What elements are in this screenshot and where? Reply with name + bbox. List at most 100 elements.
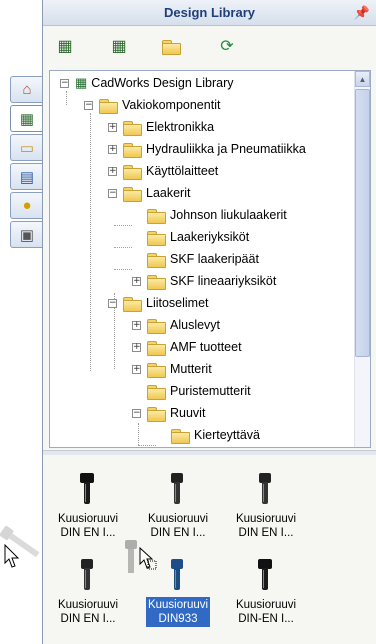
part-label: Kuusioruuvi DIN EN I...: [235, 513, 297, 539]
collapse-icon[interactable]: −: [108, 188, 117, 198]
expand-icon[interactable]: +: [132, 364, 141, 374]
add-file-location-icon: ▦: [111, 38, 127, 55]
part-item[interactable]: Kuusioruuvi DIN EN I...: [51, 469, 125, 551]
tree-node[interactable]: + Käyttölaitteet: [108, 161, 218, 181]
expand-icon[interactable]: +: [108, 144, 117, 154]
drag-ghost-bolt-icon: [125, 540, 139, 574]
part-label: Kuusioruuvi DIN933: [145, 597, 211, 627]
tree-node-label: Hydrauliikka ja Pneumatiikka: [146, 142, 306, 156]
custom-properties-tab[interactable]: ▣: [10, 221, 43, 248]
tree-node-label: Ruuvit: [170, 406, 206, 420]
pane-title: Design Library: [163, 5, 256, 20]
tree-scrollbar[interactable]: ▲: [354, 71, 370, 447]
folder-icon: [171, 428, 190, 444]
tree-node[interactable]: Puristemutterit: [132, 381, 251, 401]
tree-node[interactable]: Laakeriyksiköt: [132, 227, 249, 247]
refresh-button[interactable]: ⟳: [215, 34, 239, 58]
tree-node-label: Puristemutterit: [170, 384, 251, 398]
scroll-up-arrow-icon[interactable]: ▲: [355, 71, 370, 87]
tree-node-label: Kierteyttävä: [194, 428, 261, 442]
folder-icon: [147, 252, 166, 268]
collapse-icon[interactable]: −: [132, 408, 141, 418]
collapse-icon[interactable]: −: [108, 298, 117, 308]
folder-icon: [147, 318, 166, 334]
add-to-library-button[interactable]: ▦: [53, 34, 77, 58]
tree-node-label: Käyttölaitteet: [146, 164, 219, 178]
tree-node-label: Elektronikka: [146, 120, 215, 134]
expand-icon[interactable]: +: [132, 320, 141, 330]
tree-node[interactable]: − Vakiokomponentit: [84, 95, 220, 115]
home-icon: ⌂: [22, 81, 32, 98]
tree-node[interactable]: + SKF lineaariyksiköt: [132, 271, 276, 291]
tree-root-label: CadWorks Design Library: [91, 76, 234, 90]
tree-node[interactable]: + AMF tuotteet: [132, 337, 242, 357]
tree-node-label: AMF tuotteet: [170, 340, 242, 354]
tree-node[interactable]: + Mutterit: [132, 359, 212, 379]
custom-properties-icon: ▣: [19, 226, 35, 244]
tree-node[interactable]: − Laakerit: [108, 183, 190, 203]
library-toolbar: ▦ ▦ ⟳: [43, 26, 376, 66]
hex-bolt-icon: [246, 555, 286, 597]
file-explorer-icon: ▭: [19, 139, 35, 157]
graphics-area-edge: ⌂ ▦ ▭ ▤ ● ▣: [0, 0, 43, 644]
folder-icon: [123, 186, 142, 202]
tree-node[interactable]: + Hydrauliikka ja Pneumatiikka: [108, 139, 306, 159]
view-palette-icon: ▤: [19, 168, 35, 186]
pane-title-bar: Design Library 📌: [43, 0, 376, 26]
part-item[interactable]: Kuusioruuvi DIN EN I...: [51, 555, 125, 637]
scrollbar-thumb[interactable]: [355, 89, 370, 357]
task-pane-tabs: ⌂ ▦ ▭ ▤ ● ▣: [10, 76, 43, 248]
design-library-tab[interactable]: ▦: [10, 105, 43, 132]
tree-node[interactable]: + Aluslevyt: [132, 315, 220, 335]
library-tree: − ▦ CadWorks Design Library − Vakiokompon…: [50, 71, 354, 447]
part-item[interactable]: Kuusioruuvi DIN EN I...: [229, 469, 303, 551]
part-item[interactable]: Kuusioruuvi DIN-EN I...: [229, 555, 303, 637]
tree-node-label: Laakerit: [146, 186, 191, 200]
folder-icon: [123, 120, 142, 136]
collapse-icon[interactable]: −: [84, 100, 93, 110]
home-tab[interactable]: ⌂: [10, 76, 43, 103]
design-library-pane: Design Library 📌 ▦ ▦ ⟳ − ▦ CadWorks Desi…: [42, 0, 376, 644]
file-explorer-tab[interactable]: ▭: [10, 134, 43, 161]
hex-bolt-icon: [68, 469, 108, 511]
part-item[interactable]: Kuusioruuvi DIN EN I...: [141, 469, 215, 551]
folder-icon: [147, 340, 166, 356]
expand-icon[interactable]: +: [132, 342, 141, 352]
appearances-tab[interactable]: ●: [10, 192, 43, 219]
tree-node[interactable]: − Ruuvit: [132, 403, 205, 423]
tree-node[interactable]: Johnson liukulaakerit: [132, 205, 287, 225]
view-palette-tab[interactable]: ▤: [10, 163, 43, 190]
folder-icon: [123, 296, 142, 312]
folder-icon: [147, 208, 166, 224]
expand-icon[interactable]: +: [132, 276, 141, 286]
folder-icon: [99, 98, 118, 114]
add-to-library-icon: ▦: [57, 38, 73, 55]
tree-node[interactable]: + Elektronikka: [108, 117, 214, 137]
library-tree-view[interactable]: − ▦ CadWorks Design Library − Vakiokompon…: [49, 70, 371, 448]
appearances-icon: ●: [22, 197, 32, 214]
tree-node[interactable]: Kierteyttävä: [156, 425, 260, 445]
create-new-folder-button[interactable]: [161, 34, 185, 58]
add-file-location-button[interactable]: ▦: [107, 34, 131, 58]
create-new-folder-icon: [161, 39, 181, 55]
folder-icon: [147, 384, 166, 400]
folder-icon: [147, 362, 166, 378]
expand-icon[interactable]: +: [108, 122, 117, 132]
tree-root[interactable]: − ▦ CadWorks Design Library: [60, 73, 233, 93]
drag-cursor-icon: [139, 547, 157, 570]
tree-node[interactable]: SKF laakeripäät: [132, 249, 259, 269]
tree-node-label: Mutterit: [170, 362, 212, 376]
folder-icon: [147, 230, 166, 246]
folder-icon: [147, 274, 166, 290]
expand-icon[interactable]: +: [108, 166, 117, 176]
collapse-icon[interactable]: −: [60, 78, 69, 88]
part-label: Kuusioruuvi DIN-EN I...: [235, 599, 297, 625]
library-root-icon: ▦: [75, 75, 88, 90]
parts-gallery: Kuusioruuvi DIN EN I... Kuusioruuvi DIN EN…: [49, 455, 371, 644]
tree-node[interactable]: − Liitoselimet: [108, 293, 209, 313]
part-label: Kuusioruuvi DIN EN I...: [147, 513, 209, 539]
pushpin-icon[interactable]: 📌: [354, 5, 370, 21]
design-library-icon: ▦: [19, 110, 35, 128]
hex-bolt-icon: [68, 555, 108, 597]
tree-node-label: Laakeriyksiköt: [170, 230, 250, 244]
